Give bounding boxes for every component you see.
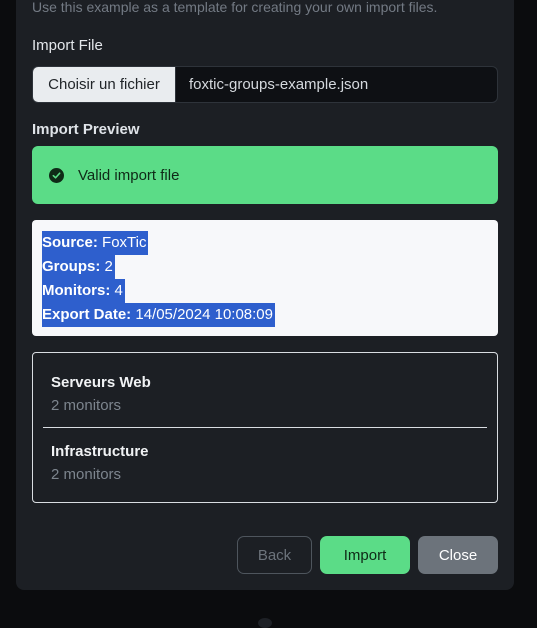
template-hint-text: Use this example as a template for creat…: [32, 0, 438, 15]
summary-key: Source:: [42, 234, 98, 251]
list-item: Serveurs Web 2 monitors: [43, 353, 487, 427]
import-file-label: Import File: [32, 37, 103, 54]
import-modal: Use this example as a template for creat…: [16, 0, 514, 590]
summary-export-date: Export Date: 14/05/2024 10:08:09: [42, 303, 488, 327]
summary-value: 2: [104, 258, 113, 275]
list-item: Infrastructure 2 monitors: [43, 427, 487, 502]
import-summary: Source: FoxTic Groups: 2 Monitors: 4 Exp…: [32, 220, 498, 336]
groups-list: Serveurs Web 2 monitors Infrastructure 2…: [32, 352, 498, 503]
choose-file-button[interactable]: Choisir un fichier: [33, 67, 176, 102]
summary-source: Source: FoxTic: [42, 231, 488, 255]
background-element: [258, 618, 272, 628]
summary-key: Monitors:: [42, 282, 111, 299]
selected-file-name: foxtic-groups-example.json: [189, 76, 369, 93]
summary-monitors: Monitors: 4: [42, 279, 488, 303]
check-circle-icon: [49, 167, 64, 183]
import-button[interactable]: Import: [320, 536, 410, 574]
group-monitor-count: 2 monitors: [51, 466, 122, 483]
summary-value: 14/05/2024 10:08:09: [135, 306, 273, 323]
alert-text: Valid import file: [78, 166, 180, 184]
summary-key: Groups:: [42, 258, 101, 275]
group-name: Serveurs Web: [51, 374, 151, 391]
valid-file-alert: Valid import file: [32, 146, 498, 204]
group-monitor-count: 2 monitors: [51, 397, 122, 414]
import-preview-label: Import Preview: [32, 121, 140, 138]
summary-value: 4: [114, 282, 123, 299]
summary-key: Export Date:: [42, 306, 132, 323]
back-button[interactable]: Back: [237, 536, 312, 574]
group-name: Infrastructure: [51, 443, 149, 460]
file-input[interactable]: Choisir un fichier foxtic-groups-example…: [32, 66, 498, 103]
summary-value: FoxTic: [102, 234, 147, 251]
summary-groups: Groups: 2: [42, 255, 488, 279]
close-button[interactable]: Close: [418, 536, 498, 574]
